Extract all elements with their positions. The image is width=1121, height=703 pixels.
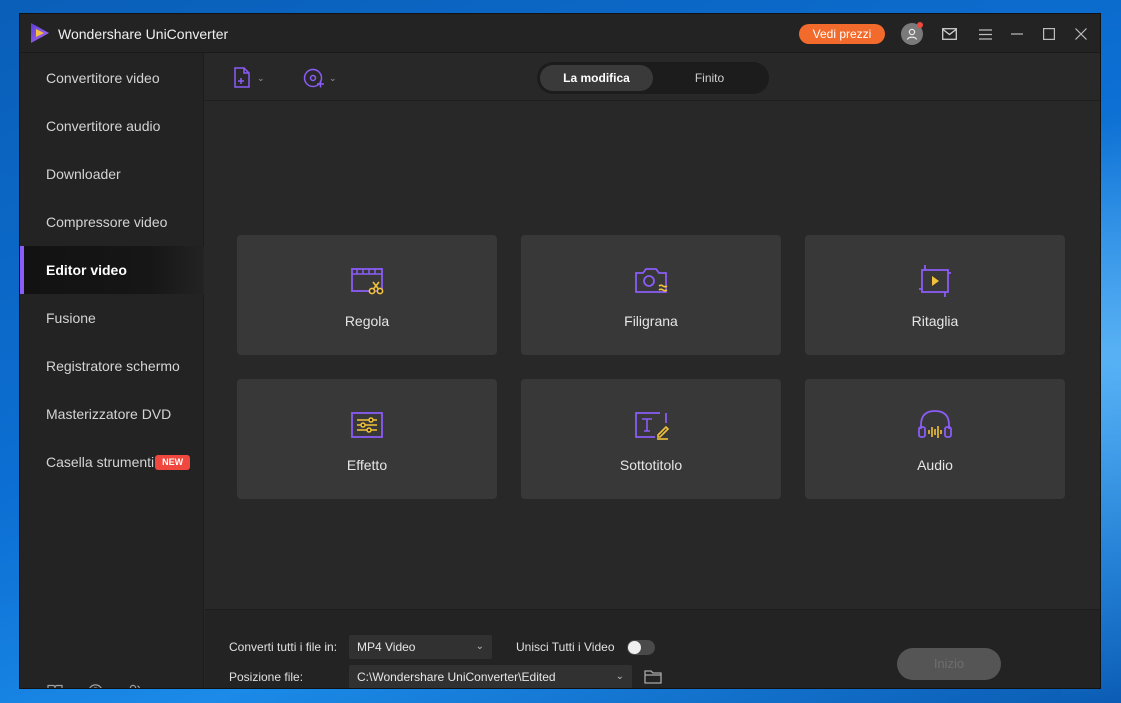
sidebar-item-label: Convertitore video xyxy=(46,70,160,86)
mode-tab-switch: La modifica Finito xyxy=(537,62,769,94)
sidebar-item-label: Convertitore audio xyxy=(46,118,161,134)
add-disc-button[interactable]: ⌄ xyxy=(303,66,337,90)
sidebar-item-label: Masterizzatore DVD xyxy=(46,406,172,422)
tool-card-trim[interactable]: Regola xyxy=(237,235,497,355)
merge-all-toggle[interactable] xyxy=(627,640,655,655)
tool-card-label: Audio xyxy=(917,457,953,473)
sidebar-item-merger[interactable]: Fusione xyxy=(20,294,204,342)
effect-icon xyxy=(351,412,383,438)
sidebar-item-video-compressor[interactable]: Compressore video xyxy=(20,198,204,246)
audio-icon xyxy=(918,410,952,438)
title-bar: Wondershare UniConverter Vedi prezzi xyxy=(20,14,1100,53)
sidebar-item-dvd-burner[interactable]: Masterizzatore DVD xyxy=(20,390,204,438)
footer-bar: Converti tutti i file in: MP4 Video ⌄ Un… xyxy=(205,609,1100,688)
maximize-icon[interactable] xyxy=(1039,24,1059,44)
app-window: Wondershare UniConverter Vedi prezzi Con… xyxy=(19,13,1101,689)
add-file-icon xyxy=(234,67,250,88)
file-location-select[interactable]: C:\Wondershare UniConverter\Edited ⌄ xyxy=(349,665,632,688)
user-icon xyxy=(906,28,918,40)
sidebar-item-downloader[interactable]: Downloader xyxy=(20,150,204,198)
add-disc-icon xyxy=(303,68,324,88)
tool-card-audio[interactable]: Audio xyxy=(805,379,1065,499)
trim-icon xyxy=(351,268,384,295)
minimize-icon[interactable] xyxy=(1007,24,1027,44)
tool-card-label: Effetto xyxy=(346,457,388,473)
sidebar-item-label: Downloader xyxy=(46,166,121,182)
toggle-knob xyxy=(628,641,641,654)
tool-card-label: Ritaglia xyxy=(911,313,959,329)
sidebar-item-label: Editor video xyxy=(46,262,127,278)
convert-all-label: Converti tutti i file in: xyxy=(229,640,338,654)
folder-icon[interactable] xyxy=(643,668,663,686)
subtitle-icon xyxy=(635,412,670,440)
chevron-down-icon: ⌄ xyxy=(257,72,265,83)
file-location-label: Posizione file: xyxy=(229,670,304,684)
merge-all-label: Unisci Tutti i Video xyxy=(516,640,615,654)
tab-finished[interactable]: Finito xyxy=(653,65,766,91)
menu-icon[interactable] xyxy=(975,24,995,44)
output-format-value: MP4 Video xyxy=(357,640,416,654)
new-badge: NEW xyxy=(155,455,191,470)
book-icon[interactable] xyxy=(45,681,65,688)
sidebar-item-label: Compressore video xyxy=(46,214,168,230)
users-icon[interactable] xyxy=(125,681,145,688)
sidebar-item-label: Fusione xyxy=(46,310,96,326)
app-logo-icon xyxy=(31,23,49,43)
chevron-down-icon: ⌄ xyxy=(329,72,337,83)
pricing-button[interactable]: Vedi prezzi xyxy=(799,24,885,44)
sidebar: Convertitore video Convertitore audio Do… xyxy=(20,53,204,688)
app-title: Wondershare UniConverter xyxy=(58,26,229,42)
sidebar-item-label: Casella strumenti xyxy=(46,454,155,470)
sidebar-item-audio-converter[interactable]: Convertitore audio xyxy=(20,102,204,150)
tool-card-watermark[interactable]: Filigrana xyxy=(521,235,781,355)
sidebar-item-label: Registratore schermo xyxy=(46,358,180,374)
sidebar-item-video-editor[interactable]: Editor video xyxy=(20,246,204,294)
tool-card-label: Sottotitolo xyxy=(619,457,683,473)
tool-card-label: Regola xyxy=(344,313,390,329)
tool-card-subtitle[interactable]: Sottotitolo xyxy=(521,379,781,499)
output-format-select[interactable]: MP4 Video ⌄ xyxy=(349,635,492,659)
file-location-value: C:\Wondershare UniConverter\Edited xyxy=(357,670,556,684)
chevron-down-icon: ⌄ xyxy=(615,671,624,682)
watermark-icon xyxy=(635,268,668,293)
help-icon[interactable] xyxy=(85,681,105,688)
chevron-down-icon: ⌄ xyxy=(475,641,484,652)
sidebar-item-video-converter[interactable]: Convertitore video xyxy=(20,54,204,102)
toolbar: ⌄ ⌄ La modifica Finito xyxy=(205,53,1100,101)
tab-editing[interactable]: La modifica xyxy=(540,65,653,91)
tool-card-label: Filigrana xyxy=(624,313,678,329)
close-icon[interactable] xyxy=(1071,24,1091,44)
editor-tools-grid: Regola Filigrana Ritaglia Effetto Sottot… xyxy=(205,102,1100,609)
start-button[interactable]: Inizio xyxy=(897,648,1001,680)
sidebar-item-screen-recorder[interactable]: Registratore schermo xyxy=(20,342,204,390)
crop-icon xyxy=(919,265,951,297)
mail-icon[interactable] xyxy=(939,24,959,44)
sidebar-item-toolbox[interactable]: Casella strumenti NEW xyxy=(20,438,204,486)
add-file-button[interactable]: ⌄ xyxy=(233,66,265,90)
tool-card-crop[interactable]: Ritaglia xyxy=(805,235,1065,355)
notification-dot xyxy=(917,22,923,28)
tool-card-effect[interactable]: Effetto xyxy=(237,379,497,499)
